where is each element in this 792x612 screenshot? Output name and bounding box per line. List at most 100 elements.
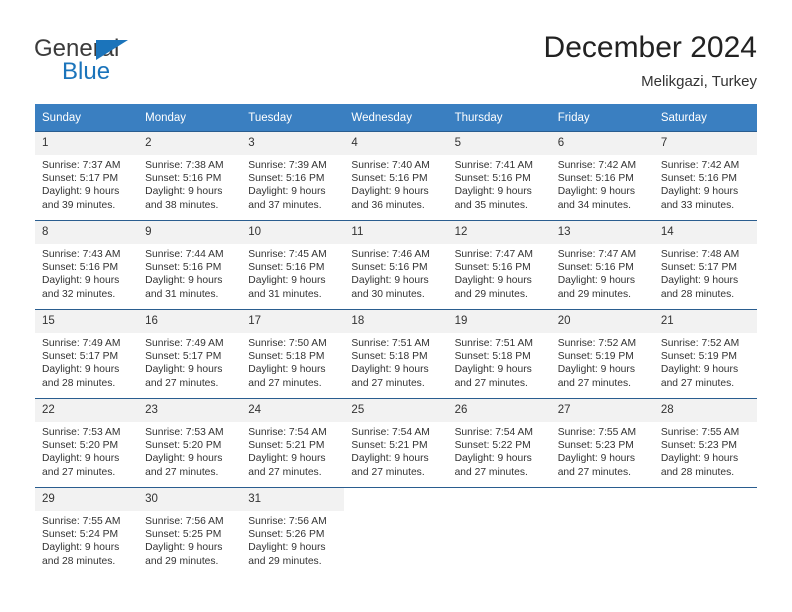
sunset-time: Sunset: 5:16 PM [248, 262, 325, 274]
day-details: Sunrise: 7:49 AM Sunset: 5:17 PM Daylight:… [35, 333, 138, 390]
day-number: 26 [447, 399, 551, 422]
daylight-duration-line2: and 33 minutes. [660, 199, 735, 211]
day-number: 12 [447, 221, 551, 244]
calendar-day-cell[interactable]: 14 Sunrise: 7:48 AM Sunset: 5:17 PM Dayligh… [653, 220, 757, 310]
calendar-day-cell[interactable]: 25 Sunrise: 7:54 AM Sunset: 5:21 PM Dayligh… [344, 398, 448, 488]
sunset-time: Sunset: 5:18 PM [248, 351, 325, 363]
calendar-day-cell[interactable]: 24 Sunrise: 7:54 AM Sunset: 5:21 PM Dayligh… [241, 398, 345, 488]
sunrise-time: Sunrise: 7:54 AM [248, 427, 327, 438]
calendar-day-cell[interactable]: 7 Sunrise: 7:42 AM Sunset: 5:16 PM Daylight… [653, 131, 757, 221]
calendar-day-cell[interactable]: 17 Sunrise: 7:50 AM Sunset: 5:18 PM Dayligh… [241, 309, 345, 399]
calendar-day-cell[interactable]: 29 Sunrise: 7:55 AM Sunset: 5:24 PM Dayligh… [35, 487, 139, 576]
calendar-day-cell[interactable]: 23 Sunrise: 7:53 AM Sunset: 5:20 PM Dayligh… [138, 398, 242, 488]
general-blue-logo[interactable]: General Blue [34, 36, 214, 88]
sunset-time: Sunset: 5:23 PM [660, 440, 737, 452]
day-number: 5 [447, 132, 551, 155]
calendar-empty-cell [550, 487, 654, 576]
daylight-duration-line1: Daylight: 9 hours [145, 542, 223, 554]
sunrise-time: Sunrise: 7:55 AM [660, 427, 740, 438]
sunset-time: Sunset: 5:16 PM [454, 173, 531, 185]
day-number: 6 [550, 132, 654, 155]
sunrise-time: Sunrise: 7:56 AM [248, 516, 327, 527]
calendar-day-cell[interactable]: 1 Sunrise: 7:37 AM Sunset: 5:17 PM Daylight… [35, 131, 139, 221]
day-number: 3 [241, 132, 345, 155]
calendar-week-row: 1 Sunrise: 7:37 AM Sunset: 5:17 PM Daylight… [35, 131, 757, 221]
day-number: 13 [550, 221, 654, 244]
day-details: Sunrise: 7:45 AM Sunset: 5:16 PM Daylight:… [241, 244, 344, 301]
calendar-week-row: 15 Sunrise: 7:49 AM Sunset: 5:17 PM Dayligh… [35, 309, 757, 399]
calendar-day-cell[interactable]: 8 Sunrise: 7:43 AM Sunset: 5:16 PM Daylight… [35, 220, 139, 310]
day-number: 30 [138, 488, 242, 511]
day-number [653, 488, 757, 511]
sunset-time: Sunset: 5:23 PM [557, 440, 634, 452]
sunrise-time: Sunrise: 7:56 AM [145, 516, 224, 527]
daylight-duration-line2: and 27 minutes. [351, 466, 425, 478]
daylight-duration-line2: and 29 minutes. [557, 288, 631, 300]
day-details: Sunrise: 7:47 AM Sunset: 5:16 PM Daylight:… [551, 244, 654, 301]
sunrise-time: Sunrise: 7:43 AM [42, 249, 121, 260]
sunrise-time: Sunrise: 7:40 AM [351, 160, 430, 171]
sunset-time: Sunset: 5:16 PM [660, 173, 737, 185]
calendar-day-cell[interactable]: 6 Sunrise: 7:42 AM Sunset: 5:16 PM Daylight… [550, 131, 654, 221]
calendar-day-cell[interactable]: 18 Sunrise: 7:51 AM Sunset: 5:18 PM Dayligh… [344, 309, 448, 399]
daylight-duration-line1: Daylight: 9 hours [660, 453, 739, 465]
sunrise-time: Sunrise: 7:49 AM [145, 338, 224, 349]
calendar-day-cell[interactable]: 5 Sunrise: 7:41 AM Sunset: 5:16 PM Daylight… [447, 131, 551, 221]
calendar-empty-cell [653, 487, 757, 576]
day-number: 20 [550, 310, 654, 333]
day-details: Sunrise: 7:53 AM Sunset: 5:20 PM Daylight:… [35, 422, 138, 479]
day-details: Sunrise: 7:55 AM Sunset: 5:23 PM Daylight:… [654, 422, 757, 479]
calendar-day-cell[interactable]: 10 Sunrise: 7:45 AM Sunset: 5:16 PM Dayligh… [241, 220, 345, 310]
daylight-duration-line2: and 28 minutes. [660, 288, 735, 300]
calendar-day-cell[interactable]: 16 Sunrise: 7:49 AM Sunset: 5:17 PM Dayligh… [138, 309, 242, 399]
calendar-day-cell[interactable]: 9 Sunrise: 7:44 AM Sunset: 5:16 PM Daylight… [138, 220, 242, 310]
calendar-day-cell[interactable]: 20 Sunrise: 7:52 AM Sunset: 5:19 PM Dayligh… [550, 309, 654, 399]
daylight-duration-line1: Daylight: 9 hours [145, 453, 223, 465]
daylight-duration-line1: Daylight: 9 hours [248, 186, 326, 198]
day-details: Sunrise: 7:56 AM Sunset: 5:26 PM Daylight:… [241, 511, 344, 568]
daylight-duration-line2: and 36 minutes. [351, 199, 425, 211]
page-subtitle: Melikgazi, Turkey [641, 73, 757, 90]
sunrise-time: Sunrise: 7:54 AM [351, 427, 430, 438]
weekday-header-monday: Monday [138, 104, 242, 132]
daylight-duration-line1: Daylight: 9 hours [42, 453, 120, 465]
daylight-duration-line2: and 29 minutes. [248, 555, 322, 567]
day-number: 31 [241, 488, 345, 511]
sunrise-time: Sunrise: 7:50 AM [248, 338, 327, 349]
sunrise-time: Sunrise: 7:55 AM [42, 516, 121, 527]
daylight-duration-line2: and 27 minutes. [557, 377, 631, 389]
daylight-duration-line1: Daylight: 9 hours [145, 364, 223, 376]
weekday-header-friday: Friday [550, 104, 654, 132]
sunrise-time: Sunrise: 7:45 AM [248, 249, 327, 260]
calendar-day-cell[interactable]: 2 Sunrise: 7:38 AM Sunset: 5:16 PM Daylight… [138, 131, 242, 221]
calendar-day-cell[interactable]: 12 Sunrise: 7:47 AM Sunset: 5:16 PM Dayligh… [447, 220, 551, 310]
sunrise-time: Sunrise: 7:47 AM [454, 249, 533, 260]
daylight-duration-line2: and 39 minutes. [42, 199, 116, 211]
page-header: General Blue December 2024 Melikgazi, Tu… [0, 0, 792, 100]
calendar-day-cell[interactable]: 22 Sunrise: 7:53 AM Sunset: 5:20 PM Dayligh… [35, 398, 139, 488]
sunset-time: Sunset: 5:20 PM [145, 440, 222, 452]
calendar-day-cell[interactable]: 28 Sunrise: 7:55 AM Sunset: 5:23 PM Dayligh… [653, 398, 757, 488]
day-details: Sunrise: 7:51 AM Sunset: 5:18 PM Daylight:… [344, 333, 447, 390]
sunset-time: Sunset: 5:22 PM [454, 440, 531, 452]
calendar-day-cell[interactable]: 15 Sunrise: 7:49 AM Sunset: 5:17 PM Dayligh… [35, 309, 139, 399]
calendar-day-cell[interactable]: 13 Sunrise: 7:47 AM Sunset: 5:16 PM Dayligh… [550, 220, 654, 310]
sunrise-time: Sunrise: 7:53 AM [145, 427, 224, 438]
calendar-day-cell[interactable]: 27 Sunrise: 7:55 AM Sunset: 5:23 PM Dayligh… [550, 398, 654, 488]
sunrise-time: Sunrise: 7:51 AM [351, 338, 430, 349]
calendar-day-cell[interactable]: 4 Sunrise: 7:40 AM Sunset: 5:16 PM Daylight… [344, 131, 448, 221]
calendar-day-cell[interactable]: 26 Sunrise: 7:54 AM Sunset: 5:22 PM Dayligh… [447, 398, 551, 488]
calendar-day-cell[interactable]: 21 Sunrise: 7:52 AM Sunset: 5:19 PM Dayligh… [653, 309, 757, 399]
day-details: Sunrise: 7:47 AM Sunset: 5:16 PM Daylight:… [448, 244, 551, 301]
daylight-duration-line2: and 27 minutes. [660, 377, 735, 389]
calendar-day-cell[interactable]: 11 Sunrise: 7:46 AM Sunset: 5:16 PM Dayligh… [344, 220, 448, 310]
sunset-time: Sunset: 5:16 PM [351, 173, 428, 185]
daylight-duration-line2: and 27 minutes. [454, 466, 528, 478]
calendar-day-cell[interactable]: 30 Sunrise: 7:56 AM Sunset: 5:25 PM Dayligh… [138, 487, 242, 576]
day-details: Sunrise: 7:48 AM Sunset: 5:17 PM Daylight:… [654, 244, 757, 301]
calendar-day-cell[interactable]: 31 Sunrise: 7:56 AM Sunset: 5:26 PM Dayligh… [241, 487, 345, 576]
calendar-header-row: Sunday Monday Tuesday Wednesday Thursday… [35, 104, 757, 132]
calendar-day-cell[interactable]: 19 Sunrise: 7:51 AM Sunset: 5:18 PM Dayligh… [447, 309, 551, 399]
sunrise-time: Sunrise: 7:42 AM [660, 160, 740, 171]
calendar-day-cell[interactable]: 3 Sunrise: 7:39 AM Sunset: 5:16 PM Daylight… [241, 131, 345, 221]
